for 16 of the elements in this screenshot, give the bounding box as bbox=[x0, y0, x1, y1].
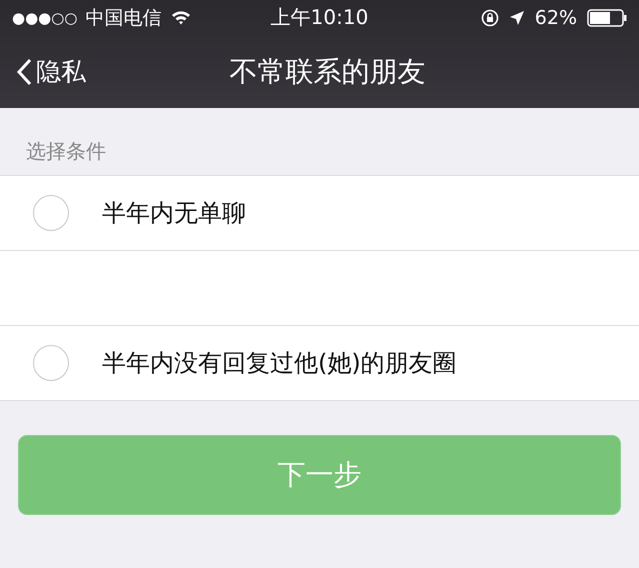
rotation-lock-icon bbox=[480, 8, 499, 26]
wifi-icon bbox=[171, 10, 192, 25]
option-label: 半年内无单聊 bbox=[102, 198, 246, 229]
section-label: 选择条件 bbox=[25, 138, 107, 165]
chevron-left-icon bbox=[16, 58, 32, 86]
battery-percent: 62% bbox=[534, 6, 577, 28]
page-title: 不常联系的朋友 bbox=[230, 54, 426, 90]
option-label: 半年内没有回复过他(她)的朋友圈 bbox=[102, 348, 457, 379]
carrier-name: 中国电信 bbox=[85, 6, 162, 30]
back-button[interactable]: 隐私 bbox=[16, 55, 86, 88]
battery-icon bbox=[587, 8, 627, 26]
radio-button[interactable] bbox=[33, 345, 69, 381]
status-time: 上午10:10 bbox=[270, 4, 368, 31]
radio-button[interactable] bbox=[33, 195, 69, 231]
signal-strength: ●●●○○ bbox=[12, 8, 78, 26]
location-arrow-icon bbox=[508, 10, 525, 26]
